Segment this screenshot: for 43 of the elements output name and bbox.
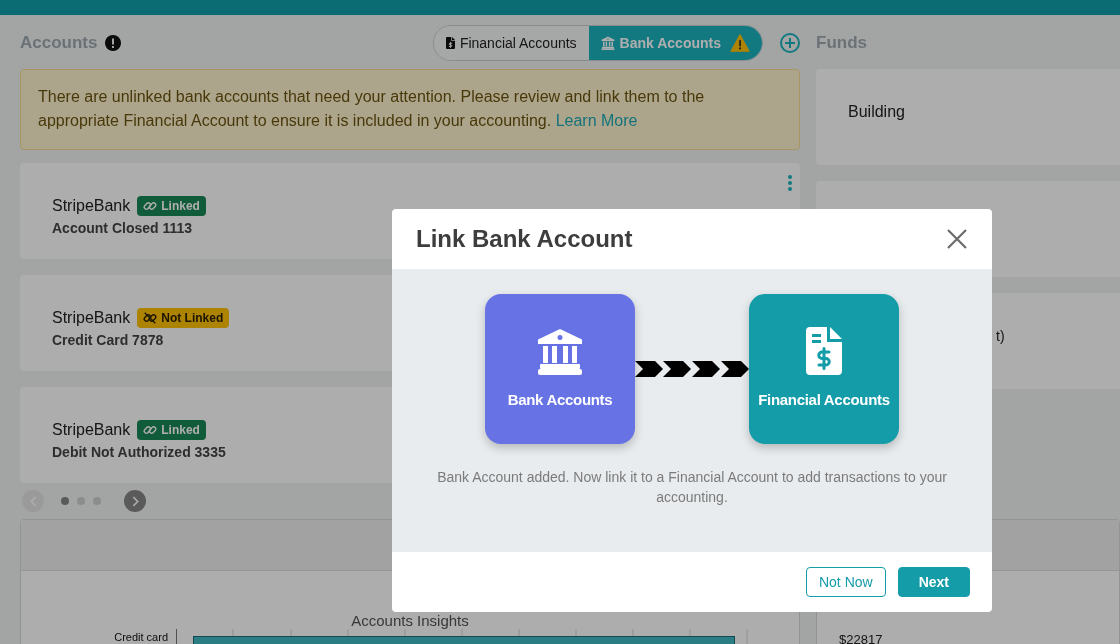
account-name: Debit Not Authorized 3335 [52, 443, 226, 461]
chevron-arrow-icon [635, 361, 749, 377]
link-icon [143, 423, 158, 437]
link-slash-icon [143, 311, 158, 325]
carousel-dot[interactable] [77, 497, 85, 505]
modal-title: Link Bank Account [416, 225, 633, 253]
account-type-tile[interactable]: Bank Accounts [485, 294, 635, 444]
bank-name: StripeBank [52, 309, 131, 327]
next-button[interactable]: Next [897, 567, 970, 597]
close-icon [947, 229, 967, 249]
not-now-button[interactable]: Not Now [805, 567, 886, 597]
alert-message: There are unlinked bank accounts that need your attention. Please review and link them to the appropriate Financial Account to ensure it is included in your accounting. Learn More [38, 87, 706, 131]
link-status-label: Not Linked [161, 311, 224, 325]
account-name: Account Closed 1113 [52, 219, 194, 237]
view-toggle-tab[interactable]: Bank Accounts [588, 26, 762, 60]
link-status-label: Linked [161, 423, 200, 437]
link-icon [143, 199, 158, 213]
carousel-dot[interactable] [61, 497, 69, 505]
carousel-next-button[interactable] [124, 490, 146, 512]
plus-circle-icon[interactable] [780, 33, 800, 53]
section-title: Funds [816, 33, 867, 53]
tile-label: Bank Accounts [507, 391, 613, 409]
dollar-document-icon [445, 37, 455, 49]
bank-icon [536, 327, 584, 375]
learn-more-link[interactable]: Learn More [555, 112, 638, 129]
bank-name: StripeBank [52, 197, 131, 215]
account-name: Credit Card 7878 [52, 331, 165, 349]
bank-icon [600, 36, 615, 50]
dollar-document-icon [806, 327, 842, 375]
close-button[interactable] [946, 228, 968, 250]
link-status-label: Linked [161, 199, 200, 213]
account-type-tile[interactable]: Financial Accounts [749, 294, 899, 444]
chart-title: Accounts Insights [350, 613, 470, 629]
chevron-right-icon [131, 495, 139, 507]
fund-name: Building [848, 103, 905, 120]
bank-name: StripeBank [52, 421, 131, 439]
fund-name: t) [996, 327, 1005, 346]
carousel-dot[interactable] [93, 497, 101, 505]
kebab-menu-icon[interactable] [788, 175, 792, 191]
tile-label: Financial Accounts [758, 391, 890, 409]
modal-description: Bank Account added. Now link it to a Financial Account to add transactions to your accounting. [436, 468, 948, 507]
chart-category-label: Credit card [113, 630, 168, 644]
section-title: Accounts [20, 33, 98, 53]
